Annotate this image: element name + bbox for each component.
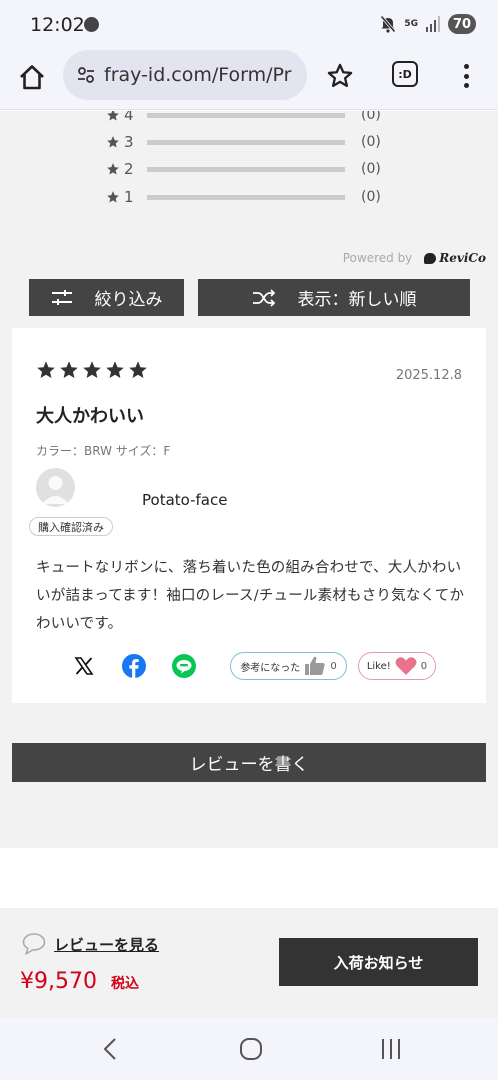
review-title: 大人かわいい — [36, 406, 144, 427]
rating-row: 4 (0) — [106, 111, 381, 125]
rating-bar — [147, 139, 345, 145]
rating-row-count: (0) — [361, 134, 381, 150]
rating-bar — [147, 194, 345, 200]
line-icon[interactable] — [172, 654, 196, 678]
review-card: 2025.12.8 大人かわいい カラー：BRW サイズ：F Potato-fa… — [12, 328, 486, 703]
url-text: fray-id.com/Form/Pr — [104, 64, 292, 86]
rating-bar — [147, 166, 345, 172]
restock-notify-button[interactable]: 入荷お知らせ — [279, 938, 478, 986]
speech-bubble-icon — [424, 252, 437, 264]
like-count: 0 — [420, 660, 428, 672]
like-button[interactable]: Like! 0 — [358, 652, 436, 680]
share-row: 参考になった 0 Like! 0 — [72, 652, 436, 680]
rating-row-stars: 2 — [124, 160, 134, 178]
sort-button[interactable]: 表示：新しい順 — [198, 279, 470, 316]
shuffle-icon — [252, 288, 275, 307]
powered-by: Powered by ReviCo — [343, 251, 486, 265]
page-content: 4 (0) 3 (0) 2 (0) 1 (0) Powered by ReviC… — [0, 111, 498, 848]
rating-row: 3 (0) — [106, 132, 381, 152]
mute-icon — [380, 15, 396, 33]
back-icon[interactable] — [98, 1036, 124, 1062]
home-circle-icon[interactable] — [238, 1036, 264, 1062]
review-meta: カラー：BRW サイズ：F — [36, 444, 171, 458]
overflow-menu-icon[interactable] — [458, 62, 474, 90]
helpful-label: 参考になった — [240, 662, 301, 674]
avatar — [36, 468, 75, 507]
speech-bubble-icon — [22, 933, 46, 955]
see-reviews-link[interactable]: レビューを見る — [22, 932, 159, 956]
star-icon — [107, 163, 119, 175]
bookmark-star-icon[interactable] — [326, 62, 354, 90]
star-icon — [106, 361, 124, 378]
star-icon — [37, 361, 55, 378]
filter-button[interactable]: 絞り込み — [29, 279, 184, 316]
site-settings-icon[interactable] — [77, 66, 95, 84]
see-reviews-label: レビューを見る — [54, 935, 160, 954]
star-icon — [60, 361, 78, 378]
star-icon — [107, 136, 119, 148]
tab-switcher-icon[interactable]: :D — [392, 61, 418, 87]
powered-by-label: Powered by — [342, 251, 413, 265]
x-icon[interactable] — [72, 654, 96, 678]
facebook-icon[interactable] — [122, 654, 146, 678]
home-icon[interactable] — [17, 62, 47, 92]
purchase-action-bar: レビューを見る ¥9,570 税込 入荷お知らせ — [0, 908, 498, 1018]
thumbs-up-icon — [305, 656, 325, 675]
system-nav-bar — [0, 1018, 498, 1080]
review-date: 2025.12.8 — [395, 368, 462, 383]
star-icon — [129, 361, 147, 378]
rating-row-stars: 3 — [124, 133, 134, 151]
like-label: Like! — [366, 660, 391, 672]
recent-apps-icon[interactable] — [378, 1036, 404, 1062]
reviewer-name: Potato-face — [142, 491, 228, 509]
helpful-count: 0 — [330, 660, 337, 672]
filter-sliders-icon — [51, 289, 72, 305]
line-notification-icon — [84, 17, 99, 32]
status-time: 12:02 — [30, 14, 85, 36]
review-rating-stars — [36, 360, 148, 380]
status-bar: 12:02 5G 70 — [0, 0, 498, 50]
rating-row-stars: 1 — [124, 188, 134, 206]
signal-icon — [426, 16, 440, 32]
sort-label: 表示：新しい順 — [297, 290, 417, 310]
price-value: ¥9,570 — [20, 969, 97, 994]
address-bar[interactable]: fray-id.com/Form/Pr — [63, 50, 307, 100]
rating-row-count: (0) — [361, 111, 381, 123]
revico-brand: ReviCo — [439, 251, 486, 265]
status-icons: 5G 70 — [380, 14, 476, 34]
browser-toolbar: fray-id.com/Form/Pr :D — [0, 50, 498, 110]
tax-label: 税込 — [110, 976, 139, 992]
filter-label: 絞り込み — [94, 290, 163, 310]
rating-row-count: (0) — [361, 161, 381, 177]
rating-row: 2 (0) — [106, 159, 381, 179]
write-review-button[interactable]: レビューを書く — [12, 743, 486, 782]
rating-row: 1 (0) — [106, 187, 381, 207]
verified-purchase-badge: 購入確認済み — [29, 517, 113, 536]
battery-icon: 70 — [448, 14, 476, 34]
heart-icon — [395, 657, 417, 675]
rating-row-count: (0) — [361, 189, 381, 205]
helpful-button[interactable]: 参考になった 0 — [230, 652, 347, 680]
rating-row-stars: 4 — [124, 111, 134, 124]
network-label: 5G — [404, 18, 418, 29]
review-body: キュートなリボンに、落ち着いた色の組み合わせで、大人かわいいが詰まってます！袖口… — [36, 560, 465, 632]
default-avatar-icon — [42, 476, 69, 504]
rating-bar — [147, 112, 345, 118]
star-icon — [107, 191, 119, 203]
price: ¥9,570 税込 — [20, 969, 139, 994]
star-icon — [83, 361, 101, 378]
star-icon — [107, 111, 119, 121]
revico-logo[interactable]: ReviCo — [424, 251, 486, 265]
